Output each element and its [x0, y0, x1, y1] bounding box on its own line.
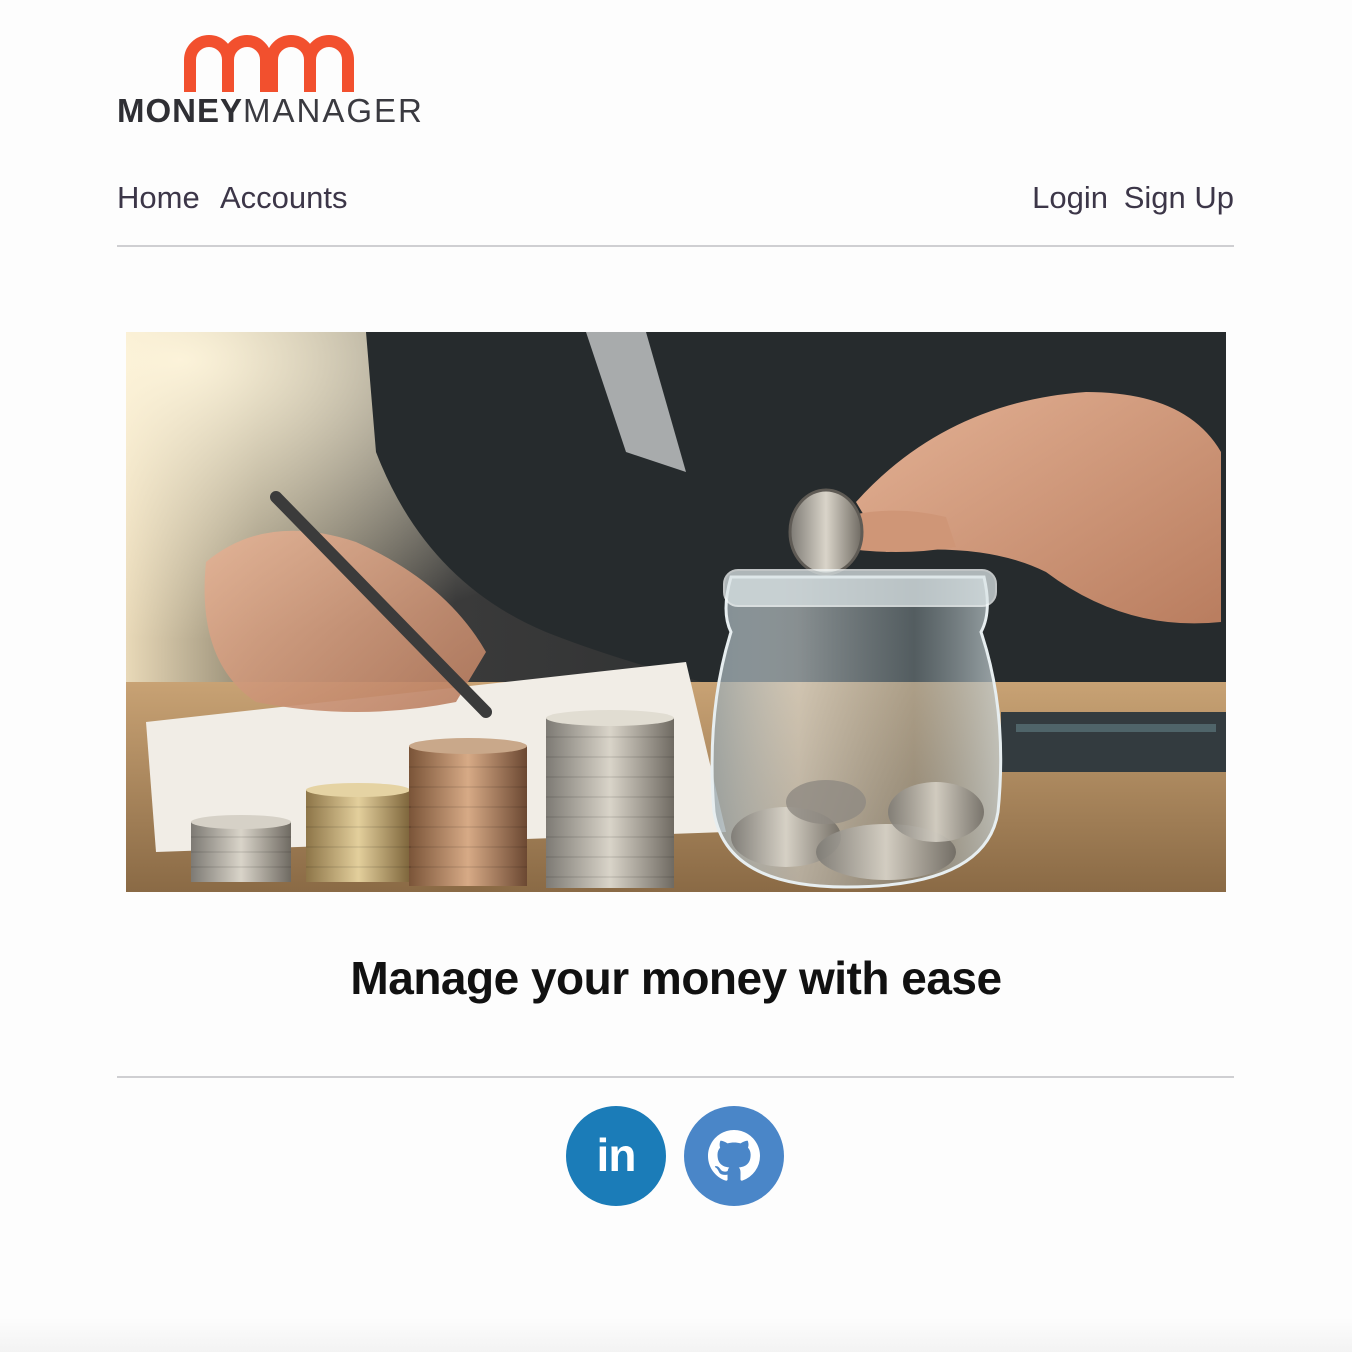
header-divider: [117, 245, 1234, 247]
coin-stack-1: [191, 815, 291, 882]
linkedin-icon: in: [596, 1129, 637, 1181]
logo-wordmark: MONEYMANAGER: [117, 94, 424, 128]
site-logo[interactable]: MONEYMANAGER: [117, 28, 422, 128]
page: MONEYMANAGER Home Accounts Login Sign Up: [0, 0, 1352, 1352]
nav-login-link[interactable]: Login: [1032, 178, 1108, 218]
page-bottom-edge: [0, 1318, 1352, 1352]
coin-stack-3: [409, 738, 527, 886]
nav-home-link[interactable]: Home: [117, 178, 200, 218]
main-nav: Home Accounts Login Sign Up: [117, 178, 1234, 222]
hero-image: [126, 332, 1226, 892]
footer-divider: [117, 1076, 1234, 1078]
nav-accounts-link[interactable]: Accounts: [220, 178, 348, 218]
logo-word-money: MONEY: [117, 92, 244, 129]
logo-mm-mark: [184, 35, 354, 92]
hero-tagline: Manage your money with ease: [350, 952, 1002, 1004]
nav-signup-link[interactable]: Sign Up: [1124, 178, 1234, 218]
linkedin-button[interactable]: in: [566, 1106, 666, 1206]
logo-word-manager: MANAGER: [243, 92, 424, 129]
github-button[interactable]: [684, 1106, 784, 1206]
hero-photo-illustration: [126, 332, 1226, 892]
github-icon: [708, 1130, 760, 1181]
